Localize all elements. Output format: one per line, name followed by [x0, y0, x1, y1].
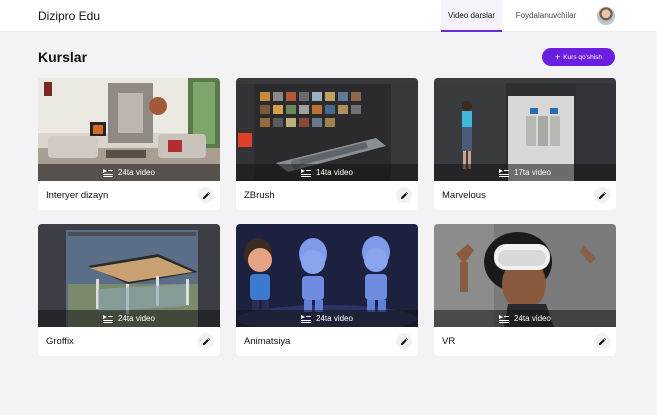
- edit-course-button[interactable]: [594, 187, 610, 203]
- course-thumbnail-zbrush-software: 14ta video: [236, 78, 418, 181]
- playlist-icon: [301, 168, 312, 177]
- course-thumbnail-pavilion-render: 24ta video: [38, 224, 220, 327]
- course-thumbnail-interior-room: 24ta video: [38, 78, 220, 181]
- user-avatar[interactable]: [597, 7, 615, 25]
- pencil-icon: [598, 191, 606, 199]
- course-name: Interyer dizayn: [46, 190, 109, 201]
- playlist-icon: [499, 168, 510, 177]
- brand-logo-text[interactable]: Dizipro Edu: [38, 9, 100, 23]
- video-count: 24ta video: [316, 314, 353, 323]
- add-course-button[interactable]: + Kurs qo'shish: [542, 48, 615, 66]
- pencil-icon: [202, 191, 210, 199]
- course-name: Groffix: [46, 336, 74, 347]
- video-count-bar: 17ta video: [434, 164, 616, 181]
- course-thumbnail-animated-characters: 24ta video: [236, 224, 418, 327]
- course-card-vr[interactable]: 24ta video VR: [434, 224, 616, 356]
- course-thumbnail-vr-headset-person: 24ta video: [434, 224, 616, 327]
- video-count-bar: 24ta video: [38, 164, 220, 181]
- course-card-marvelous[interactable]: 17ta video Marvelous: [434, 78, 616, 210]
- pencil-icon: [400, 191, 408, 199]
- video-count-bar: 14ta video: [236, 164, 418, 181]
- course-name: Marvelous: [442, 190, 486, 201]
- video-count: 17ta video: [514, 168, 551, 177]
- playlist-icon: [499, 314, 510, 323]
- tab-foydalanuvchilar[interactable]: Foydalanuvchilar: [510, 0, 582, 32]
- course-name: VR: [442, 336, 456, 347]
- course-thumbnail-marvelous-software: 17ta video: [434, 78, 616, 181]
- video-count: 24ta video: [118, 314, 155, 323]
- course-name: Animatsiya: [244, 336, 291, 347]
- video-count: 24ta video: [514, 314, 551, 323]
- plus-icon: +: [554, 51, 561, 62]
- video-count-bar: 24ta video: [236, 310, 418, 327]
- video-count-bar: 24ta video: [38, 310, 220, 327]
- playlist-icon: [103, 168, 114, 177]
- playlist-icon: [103, 314, 114, 323]
- course-card-interyer-dizayn[interactable]: 24ta video Interyer dizayn: [38, 78, 220, 210]
- video-count-bar: 24ta video: [434, 310, 616, 327]
- page-title: Kurslar: [38, 49, 88, 65]
- course-name: ZBrush: [244, 190, 275, 201]
- pencil-icon: [202, 337, 210, 345]
- edit-course-button[interactable]: [594, 333, 610, 349]
- add-course-label: Kurs qo'shish: [563, 53, 603, 61]
- video-count: 14ta video: [316, 168, 353, 177]
- pencil-icon: [400, 337, 408, 345]
- playlist-icon: [301, 314, 312, 323]
- edit-course-button[interactable]: [198, 333, 214, 349]
- edit-course-button[interactable]: [396, 333, 412, 349]
- course-card-groffix[interactable]: 24ta video Groffix: [38, 224, 220, 356]
- video-count: 24ta video: [118, 168, 155, 177]
- top-navigation-bar: Dizipro Edu Video darslar Foydalanuvchil…: [0, 0, 657, 32]
- edit-course-button[interactable]: [396, 187, 412, 203]
- course-card-zbrush[interactable]: 14ta video ZBrush: [236, 78, 418, 210]
- tab-video-darslar[interactable]: Video darslar: [441, 0, 502, 32]
- pencil-icon: [598, 337, 606, 345]
- course-card-animatsiya[interactable]: 24ta video Animatsiya: [236, 224, 418, 356]
- edit-course-button[interactable]: [198, 187, 214, 203]
